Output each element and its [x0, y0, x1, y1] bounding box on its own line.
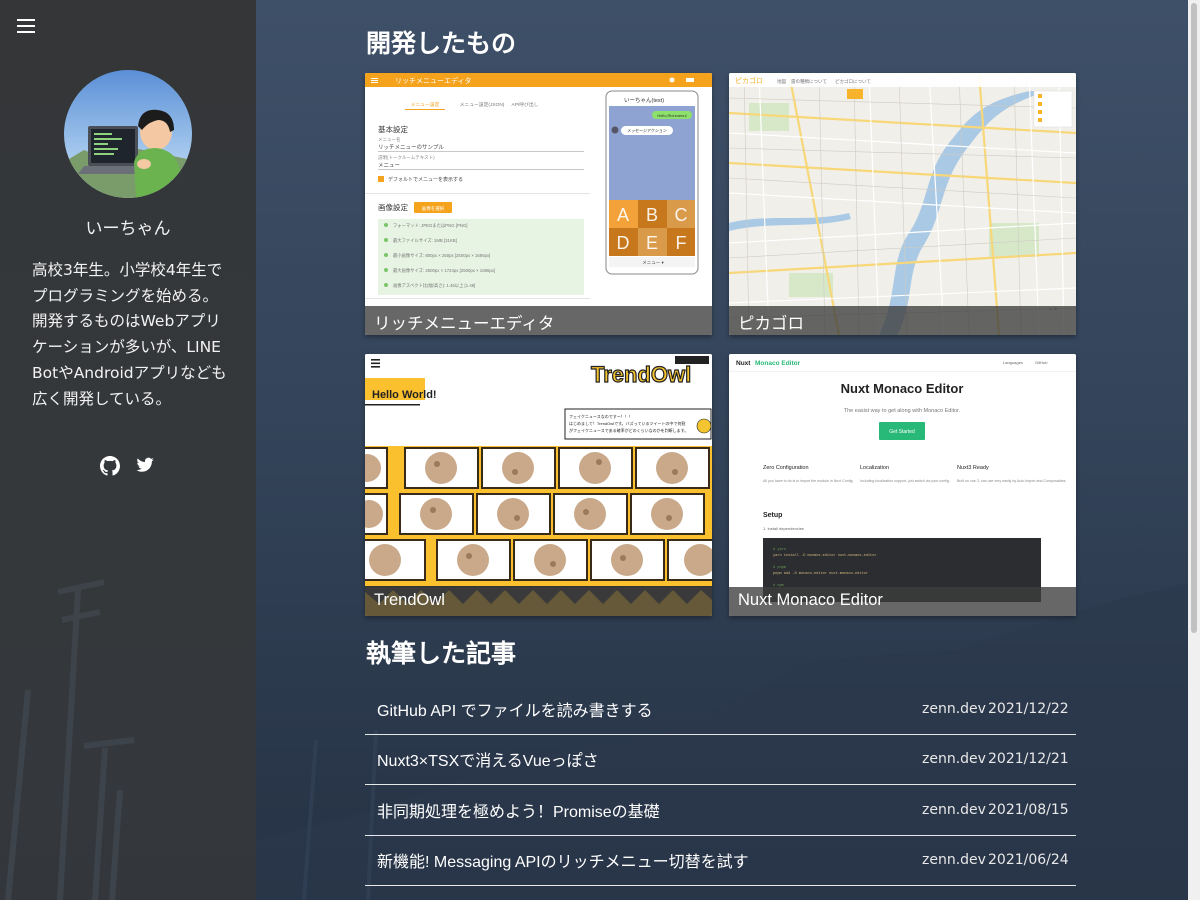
svg-text:Nuxt: Nuxt [736, 360, 751, 367]
article-source: zenn.dev [922, 700, 986, 717]
svg-text:メニュー設定: メニュー設定 [411, 101, 440, 108]
svg-text:Nuxt Monaco Editor: Nuxt Monaco Editor [841, 381, 964, 396]
trendowl-screenshot: TrendOwl Hello World! フェイクニュースなのですー！！！ は… [365, 354, 712, 616]
svg-text:Nuxt3 Ready: Nuxt3 Ready [957, 465, 989, 471]
richmenu-app-title: リッチメニューエディタ [395, 76, 472, 85]
svg-text:# pnpm: # pnpm [773, 566, 786, 570]
works-section-title: 開発したもの [366, 29, 517, 58]
svg-text:基本設定: 基本設定 [378, 124, 408, 134]
article-row[interactable]: 非同期処理を極めよう！Promiseの基礎 zenn.dev 2021/08/1… [365, 785, 1076, 836]
svg-text:地図: 地図 [777, 78, 786, 85]
article-date: 2021/12/21 [988, 751, 1069, 768]
svg-text:TrendOwl: TrendOwl [591, 362, 691, 387]
svg-text:メニュー: メニュー [378, 162, 400, 169]
article-list: GitHub API でファイルを読み書きする zenn.dev 2021/12… [365, 684, 1076, 886]
svg-text:メッセージアクション: メッセージアクション [627, 127, 667, 133]
svg-text:メニュー設定(JSON): メニュー設定(JSON) [460, 101, 505, 108]
work-card-pikagoro[interactable]: ピカゴロ 地図 雷の種類について ピカゴロについて − + ピカゴロ [729, 73, 1076, 335]
svg-text:最大画像サイズ: 2500px × 1724px [2500: 最大画像サイズ: 2500px × 1724px [2500px × 1686p… [393, 267, 495, 274]
svg-text:Hello World!: Hello World! [372, 389, 437, 401]
svg-text:Get Started: Get Started [889, 429, 915, 435]
svg-text:API呼び出し: API呼び出し [512, 101, 539, 108]
svg-text:画像アスペクト比(幅/高さ): 1.45以上 [1.48]: 画像アスペクト比(幅/高さ): 1.45以上 [1.48] [393, 282, 475, 289]
articles-section-title: 執筆した記事 [366, 639, 517, 668]
social-links [100, 456, 156, 478]
richmenu-screenshot: リッチメニューエディタ メニュー設定 メニュー設定(JSON) API呼び出し … [365, 73, 712, 335]
svg-text:Zero Configuration: Zero Configuration [763, 465, 809, 471]
svg-text:Monaco Editor: Monaco Editor [755, 360, 801, 367]
article-source: zenn.dev [922, 852, 986, 869]
svg-text:yarn install -D monaco-editor: yarn install -D monaco-editor nuxt-monac… [773, 553, 877, 558]
profile-bio: 高校3年生。小学校4年生でプログラミングを始める。 開発するものはWebアプリケ… [32, 261, 227, 408]
svg-text:デフォルトでメニューを表示する: デフォルトでメニューを表示する [388, 176, 463, 183]
svg-text:F: F [676, 233, 687, 253]
svg-text:E: E [646, 233, 658, 253]
svg-text:はじめまして！TrendOwlです。バズっているツイートの中: はじめまして！TrendOwlです。バズっているツイートの中で何割 [569, 420, 685, 426]
svg-text:説明(トークルームテキスト): 説明(トークルームテキスト) [378, 154, 435, 161]
work-card-caption: ピカゴロ [729, 306, 1076, 335]
svg-text:B: B [646, 205, 658, 225]
article-date: 2021/12/22 [988, 700, 1069, 717]
svg-text:ピカゴロについて: ピカゴロについて [835, 78, 871, 85]
svg-text:GitHub: GitHub [1035, 360, 1048, 365]
sidebar: いーちゃん 高校3年生。小学校4年生でプログラミングを始める。 開発するものはW… [0, 0, 256, 900]
svg-text:リッチメニューのサンプル: リッチメニューのサンプル [378, 144, 444, 151]
article-source: zenn.dev [922, 751, 986, 768]
svg-text:1. Install dependencies: 1. Install dependencies [763, 526, 804, 531]
svg-text:雷の種類について: 雷の種類について [791, 78, 827, 85]
work-card-nuxt-monaco[interactable]: Nuxt Monaco Editor Languages GitHub Nuxt… [729, 354, 1076, 616]
svg-text:メニュー名: メニュー名 [378, 136, 401, 143]
work-card-caption: TrendOwl [365, 587, 712, 616]
svg-text:pnpm add -D monaco-editor nuxt: pnpm add -D monaco-editor nuxt-monaco-ed… [773, 571, 868, 576]
hamburger-icon[interactable] [14, 16, 38, 38]
work-card-trendowl[interactable]: TrendOwl Hello World! フェイクニュースなのですー！！！ は… [365, 354, 712, 616]
svg-text:All you have to do is to impor: All you have to do is to import the modu… [763, 479, 854, 483]
github-icon[interactable] [100, 456, 120, 478]
article-row[interactable]: GitHub API でファイルを読み書きする zenn.dev 2021/12… [365, 684, 1076, 735]
svg-text:フェイクニュースなのですー！！！: フェイクニュースなのですー！！！ [569, 413, 633, 419]
svg-text:C: C [675, 205, 688, 225]
article-title: GitHub API でファイルを読み書きする [377, 702, 653, 720]
svg-text:Languages: Languages [1003, 360, 1023, 365]
work-card-richmenu[interactable]: リッチメニューエディタ メニュー設定 メニュー設定(JSON) API呼び出し … [365, 73, 712, 335]
svg-text:# yarn: # yarn [773, 547, 786, 552]
profile-name: いーちゃん [85, 219, 171, 239]
pikagoro-screenshot: ピカゴロ 地図 雷の種類について ピカゴロについて − + [729, 73, 1076, 335]
article-date: 2021/06/24 [988, 852, 1069, 869]
article-row[interactable]: Nuxt3×TSXで消えるVueっぽさ zenn.dev 2021/12/21 [365, 735, 1076, 785]
svg-text:Hello,Richmenu!: Hello,Richmenu! [657, 113, 686, 118]
svg-text:いーちゃん(test): いーちゃん(test) [624, 97, 664, 104]
svg-text:A: A [617, 205, 629, 225]
svg-text:画像を選択: 画像を選択 [422, 205, 445, 212]
work-card-caption: Nuxt Monaco Editor [729, 587, 1076, 616]
svg-text:メニュー ▾: メニュー ▾ [642, 260, 664, 265]
work-card-caption: リッチメニューエディタ [365, 306, 712, 335]
svg-text:Setup: Setup [763, 512, 782, 519]
svg-text:画像設定: 画像設定 [378, 202, 408, 212]
page-scrollbar[interactable] [1188, 0, 1200, 900]
svg-text:最小画像サイズ: 800px × 250px [2500px: 最小画像サイズ: 800px × 250px [2500px × 1686px] [393, 252, 490, 259]
svg-text:Built on vue 3, can use very e: Built on vue 3, can use very easily by A… [957, 479, 1066, 483]
nuxt-monaco-screenshot: Nuxt Monaco Editor Languages GitHub Nuxt… [729, 354, 1076, 616]
svg-text:The easist way to get along wi: The easist way to get along with Monaco … [844, 408, 961, 414]
article-source: zenn.dev [922, 801, 986, 818]
article-date: 2021/08/15 [988, 801, 1069, 818]
twitter-icon[interactable] [136, 456, 156, 478]
svg-text:Including localization support: Including localization support, just swi… [860, 479, 950, 483]
article-title: 非同期処理を極めよう！Promiseの基礎 [377, 803, 660, 821]
avatar [64, 70, 192, 198]
svg-text:ピカゴロ: ピカゴロ [735, 76, 763, 85]
svg-text:D: D [617, 233, 630, 253]
article-title: 新機能! Messaging APIのリッチメニュー切替を試す [377, 854, 749, 872]
scrollbar-thumb[interactable] [1191, 3, 1197, 633]
article-title: Nuxt3×TSXで消えるVueっぽさ [377, 753, 599, 771]
svg-text:がフェイクニュースである確率がどのくらいなのかを判断します。: がフェイクニュースである確率がどのくらいなのかを判断します。 [569, 427, 688, 433]
svg-text:Localization: Localization [860, 465, 889, 471]
svg-text:最大ファイルサイズ: 1MB [31KB]: 最大ファイルサイズ: 1MB [31KB] [393, 237, 457, 244]
article-row[interactable]: 新機能! Messaging APIのリッチメニュー切替を試す zenn.dev… [365, 836, 1076, 886]
